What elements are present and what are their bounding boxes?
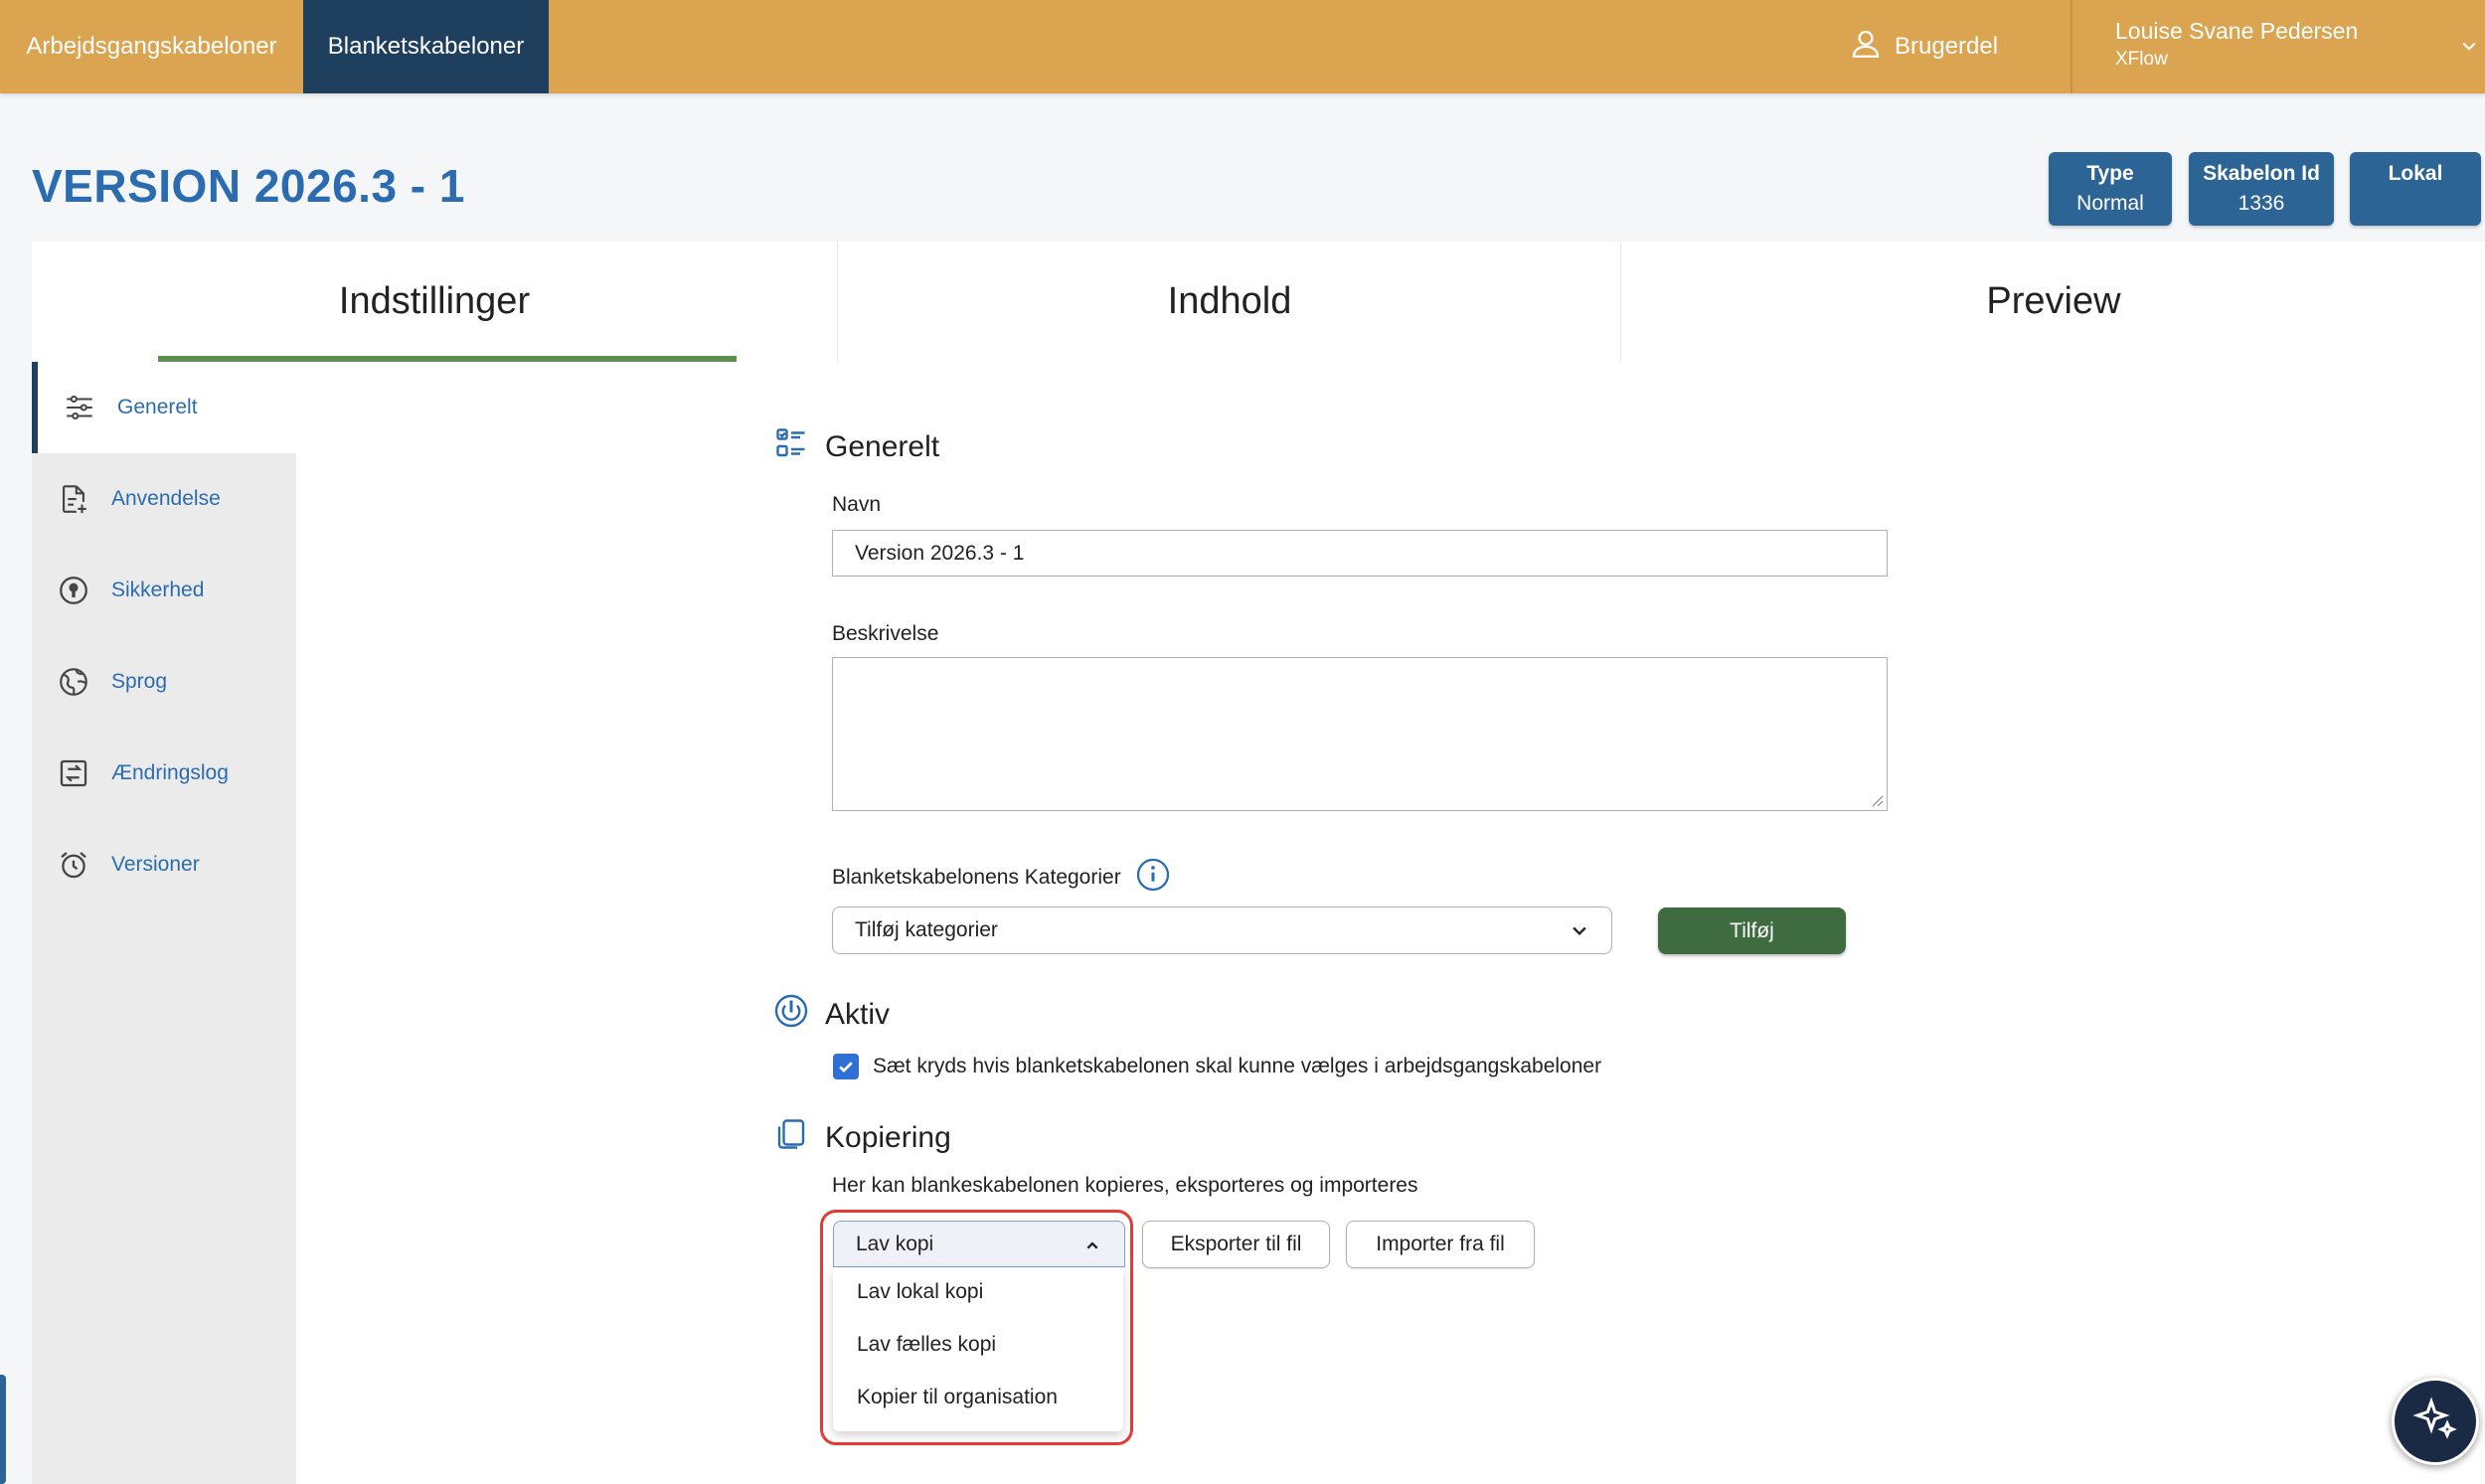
navn-input[interactable]: Version 2026.3 - 1	[832, 530, 1888, 577]
power-icon	[773, 993, 809, 1037]
section-generelt: Generelt	[773, 425, 939, 469]
top-nav-bar: Arbejdsgangskabeloner Blanketskabeloner …	[0, 0, 2485, 93]
navn-label: Navn	[832, 493, 882, 516]
badge-label: Type	[2086, 162, 2134, 185]
nav-tab-arbejdsgangskabeloner[interactable]: Arbejdsgangskabeloner	[0, 0, 303, 93]
annotation-highlight-box	[820, 1210, 1133, 1445]
badge-label: Skabelon Id	[2203, 162, 2320, 185]
sidebar-item-label: Sikkerhed	[111, 578, 205, 601]
checkmark-icon	[839, 1062, 853, 1073]
resize-handle-icon[interactable]	[1870, 793, 1884, 807]
brugerdel-link[interactable]: Brugerdel	[1849, 0, 1998, 93]
nav-tab-blanketskabeloner[interactable]: Blanketskabeloner	[303, 0, 549, 93]
user-org: XFlow	[2115, 49, 2168, 70]
sidebar-item-anvendelse[interactable]: Anvendelse	[32, 453, 296, 545]
ai-assistant-button[interactable]	[2392, 1378, 2479, 1465]
sidebar-item-label: Generelt	[117, 396, 198, 418]
sidebar-item-label: Ændringslog	[111, 761, 229, 784]
beskrivelse-textarea[interactable]	[832, 657, 1888, 811]
chevron-down-icon[interactable]	[2459, 36, 2479, 61]
sidebar-item-aendringslog[interactable]: Ændringslog	[32, 728, 296, 819]
sidebar-item-generelt[interactable]: Generelt	[32, 362, 302, 453]
kategorier-select[interactable]: Tilføj kategorier	[832, 907, 1612, 954]
swap-icon	[56, 755, 91, 791]
type-badge: Type Normal	[2049, 152, 2172, 226]
settings-sidebar: Generelt Anvendelse Sikkerhed Sprog Ændr…	[32, 362, 302, 1484]
copy-icon	[773, 1116, 809, 1160]
section-kopiering: Kopiering	[773, 1116, 951, 1160]
sidebar-item-label: Versioner	[111, 853, 200, 876]
kategorier-placeholder: Tilføj kategorier	[855, 918, 998, 941]
sidebar-item-versioner[interactable]: Versioner	[32, 819, 296, 910]
badge-label: Lokal	[2388, 162, 2443, 185]
tab-indstillinger[interactable]: Indstillinger	[32, 242, 837, 362]
keyhole-icon	[56, 573, 91, 608]
importer-button[interactable]: Importer fra fil	[1346, 1221, 1535, 1268]
badge-value: Normal	[2076, 192, 2144, 215]
tab-preview[interactable]: Preview	[1620, 242, 2485, 362]
info-icon[interactable]	[1135, 857, 1171, 899]
kopiering-description: Her kan blankeskabelonen kopieres, ekspo…	[832, 1174, 1418, 1197]
document-add-icon	[56, 481, 91, 517]
user-name: Louise Svane Pedersen	[2115, 18, 2359, 44]
eksporter-button[interactable]: Eksporter til fil	[1142, 1221, 1330, 1268]
sidebar-item-sikkerhed[interactable]: Sikkerhed	[32, 545, 296, 636]
sliders-icon	[62, 390, 97, 425]
lokal-badge: Lokal	[2350, 152, 2481, 226]
tab-indhold[interactable]: Indhold	[837, 242, 1621, 362]
globe-icon	[56, 664, 91, 700]
main-tabs: Indstillinger Indhold Preview	[32, 242, 2485, 362]
user-menu[interactable]: Louise Svane Pedersen XFlow	[2115, 18, 2358, 71]
kategorier-label-row: Blanketskabelonens Kategorier	[832, 857, 1171, 899]
page-title: VERSION 2026.3 - 1	[32, 160, 465, 212]
aktiv-checkbox[interactable]	[833, 1054, 859, 1079]
beskrivelse-label: Beskrivelse	[832, 622, 939, 645]
section-heading: Aktiv	[825, 998, 891, 1031]
badge-value: 1336	[2237, 192, 2285, 215]
checklist-icon	[773, 425, 809, 469]
kategorier-label: Blanketskabelonens Kategorier	[832, 866, 1121, 889]
navn-value: Version 2026.3 - 1	[855, 541, 1025, 565]
chevron-down-icon	[1570, 920, 1589, 946]
sidebar-item-sprog[interactable]: Sprog	[32, 636, 296, 728]
aktiv-checkbox-label: Sæt kryds hvis blanketskabelonen skal ku…	[873, 1055, 1602, 1077]
divider	[2071, 0, 2072, 93]
sidebar-item-label: Anvendelse	[111, 487, 221, 510]
section-aktiv: Aktiv	[773, 993, 890, 1037]
section-heading: Kopiering	[825, 1121, 951, 1154]
sparkle-icon	[2411, 1396, 2459, 1448]
tilfoej-button[interactable]: Tilføj	[1658, 907, 1846, 954]
skabelon-id-badge: Skabelon Id 1336	[2189, 152, 2334, 226]
user-outline-icon	[1849, 27, 1883, 68]
alarm-clock-icon	[56, 847, 91, 883]
brugerdel-label: Brugerdel	[1895, 33, 1999, 60]
side-panel-handle[interactable]	[0, 1375, 6, 1484]
section-heading: Generelt	[825, 430, 940, 463]
sidebar-item-label: Sprog	[111, 670, 168, 693]
